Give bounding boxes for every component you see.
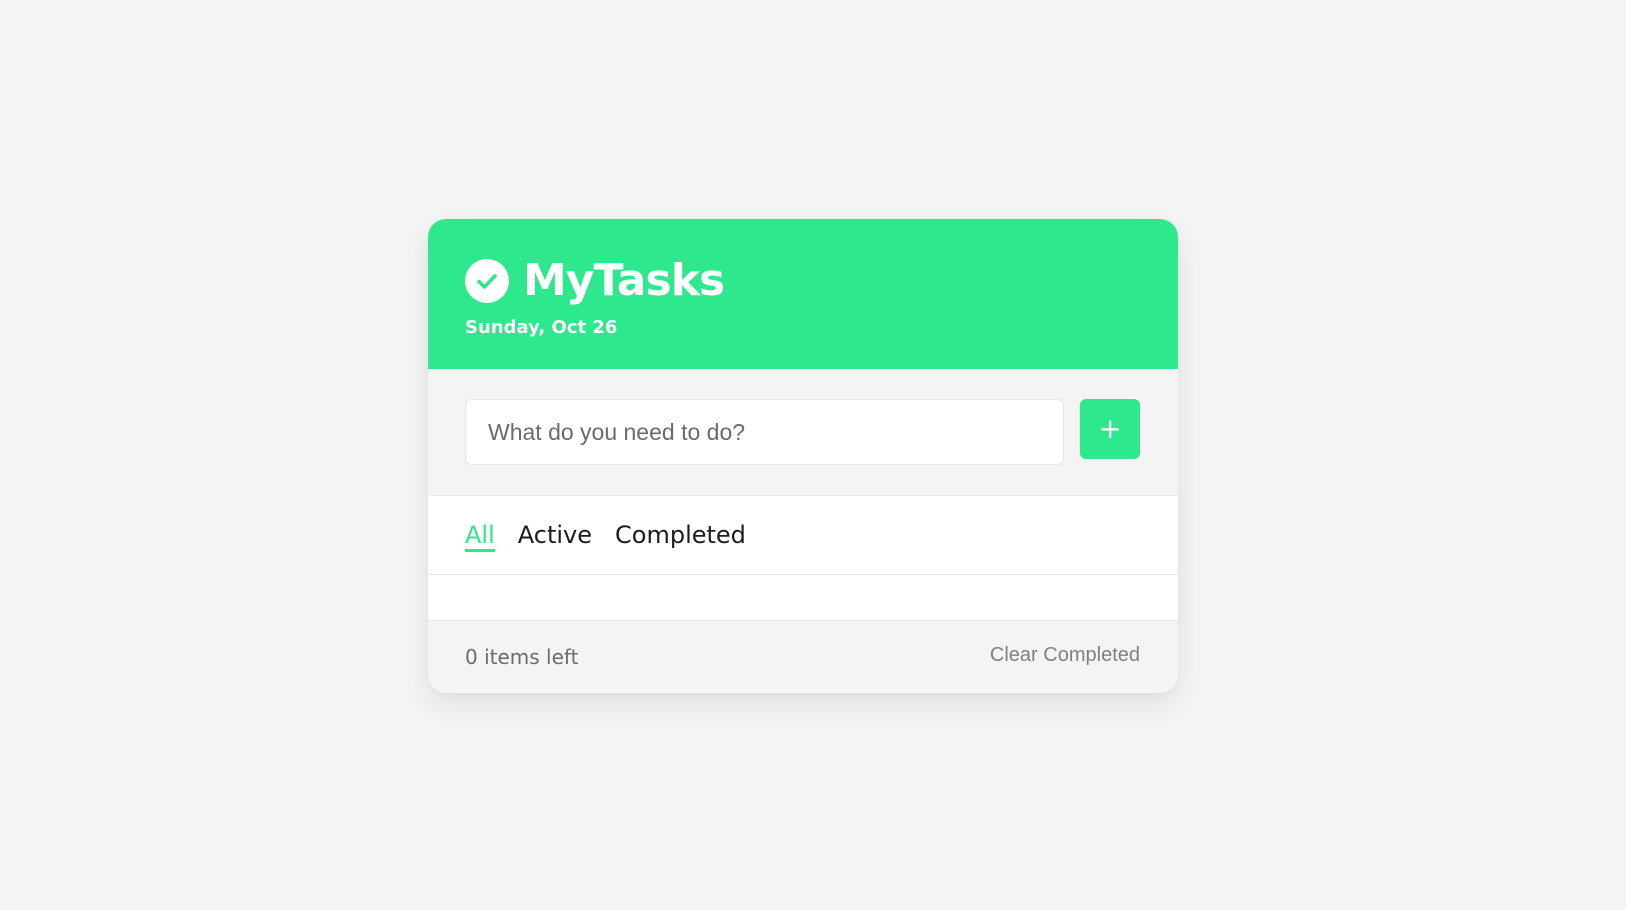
footer: 0 items left Clear Completed — [428, 621, 1178, 693]
tab-completed[interactable]: Completed — [615, 521, 746, 552]
checkmark-icon — [477, 274, 497, 289]
new-task-section: + — [428, 369, 1178, 496]
add-task-button[interactable]: + — [1080, 399, 1140, 459]
app-header: MyTasks Sunday, Oct 26 — [428, 219, 1178, 369]
current-date: Sunday, Oct 26 — [465, 317, 618, 338]
filter-tabs: All Active Completed — [428, 496, 1178, 575]
tab-all[interactable]: All — [465, 521, 495, 552]
app-title: MyTasks — [523, 255, 725, 306]
items-left-count: 0 items left — [465, 645, 579, 669]
title-row: MyTasks — [465, 255, 1178, 307]
todo-card: MyTasks Sunday, Oct 26 + All Active Comp… — [428, 219, 1178, 693]
clear-completed-button[interactable]: Clear Completed — [990, 644, 1140, 667]
tab-active[interactable]: Active — [518, 521, 592, 552]
check-circle-icon — [465, 259, 509, 303]
new-task-input[interactable] — [465, 399, 1065, 465]
task-list — [428, 575, 1178, 621]
